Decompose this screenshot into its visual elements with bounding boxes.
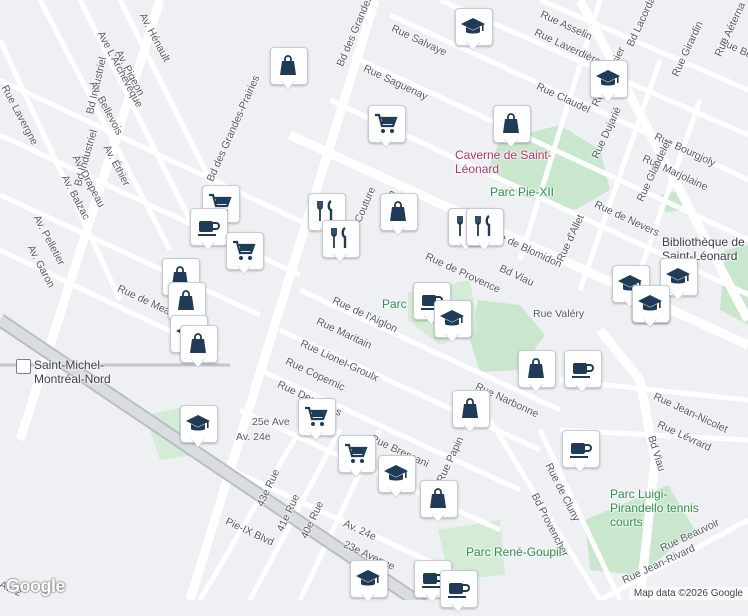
- train-icon: [16, 359, 31, 374]
- google-logo: Google: [6, 576, 66, 596]
- coffee-marker[interactable]: [440, 570, 478, 616]
- school-icon: [440, 310, 464, 326]
- shopping-bag-icon: [390, 201, 406, 221]
- coffee-icon: [198, 221, 220, 236]
- coffee-marker[interactable]: [564, 350, 602, 396]
- school-marker[interactable]: [350, 560, 388, 606]
- shopping-cart-marker[interactable]: [226, 232, 264, 278]
- shopping-cart-icon: [233, 240, 256, 260]
- shopping-bag-marker[interactable]: [270, 47, 308, 93]
- restaurant-icon: [331, 227, 347, 248]
- school-icon: [596, 70, 620, 86]
- shopping-bag-marker[interactable]: [420, 480, 458, 526]
- shopping-bag-icon: [503, 113, 519, 133]
- shopping-bag-icon: [178, 290, 194, 310]
- school-icon: [356, 570, 380, 586]
- coffee-icon: [570, 443, 592, 458]
- school-icon: [638, 295, 662, 311]
- shopping-bag-icon: [430, 488, 446, 508]
- school-icon: [461, 18, 485, 34]
- shopping-bag-icon: [528, 358, 544, 378]
- shopping-bag-marker[interactable]: [452, 390, 490, 436]
- school-icon: [384, 465, 408, 481]
- shopping-bag-icon: [280, 55, 296, 75]
- shopping-bag-marker[interactable]: [380, 193, 418, 239]
- coffee-marker[interactable]: [562, 430, 600, 476]
- shopping-cart-icon: [345, 443, 368, 463]
- restaurant-marker[interactable]: [466, 208, 504, 254]
- school-marker[interactable]: [378, 455, 416, 501]
- coffee-marker[interactable]: [190, 208, 228, 254]
- shopping-cart-marker[interactable]: [298, 398, 336, 444]
- shopping-bag-marker[interactable]: [180, 325, 218, 371]
- marker-layer: [0, 0, 748, 612]
- shopping-bag-icon: [190, 333, 206, 353]
- shopping-cart-marker[interactable]: [368, 105, 406, 151]
- map-attribution[interactable]: Map data ©2026 Google: [628, 587, 748, 600]
- school-marker[interactable]: [632, 285, 670, 331]
- school-marker[interactable]: [180, 405, 218, 451]
- shopping-bag-marker[interactable]: [518, 350, 556, 396]
- school-icon: [186, 415, 210, 431]
- shopping-bag-icon: [462, 398, 478, 418]
- shopping-cart-marker[interactable]: [338, 435, 376, 481]
- restaurant-marker[interactable]: [322, 220, 360, 266]
- school-marker[interactable]: [590, 60, 628, 106]
- restaurant-icon: [475, 215, 491, 236]
- shopping-cart-icon: [375, 113, 398, 133]
- shopping-cart-icon: [305, 406, 328, 426]
- shopping-bag-marker[interactable]: [493, 105, 531, 151]
- school-marker[interactable]: [455, 8, 493, 54]
- coffee-icon: [572, 363, 594, 378]
- school-icon: [666, 268, 690, 284]
- coffee-icon: [448, 583, 470, 598]
- school-marker[interactable]: [434, 300, 472, 346]
